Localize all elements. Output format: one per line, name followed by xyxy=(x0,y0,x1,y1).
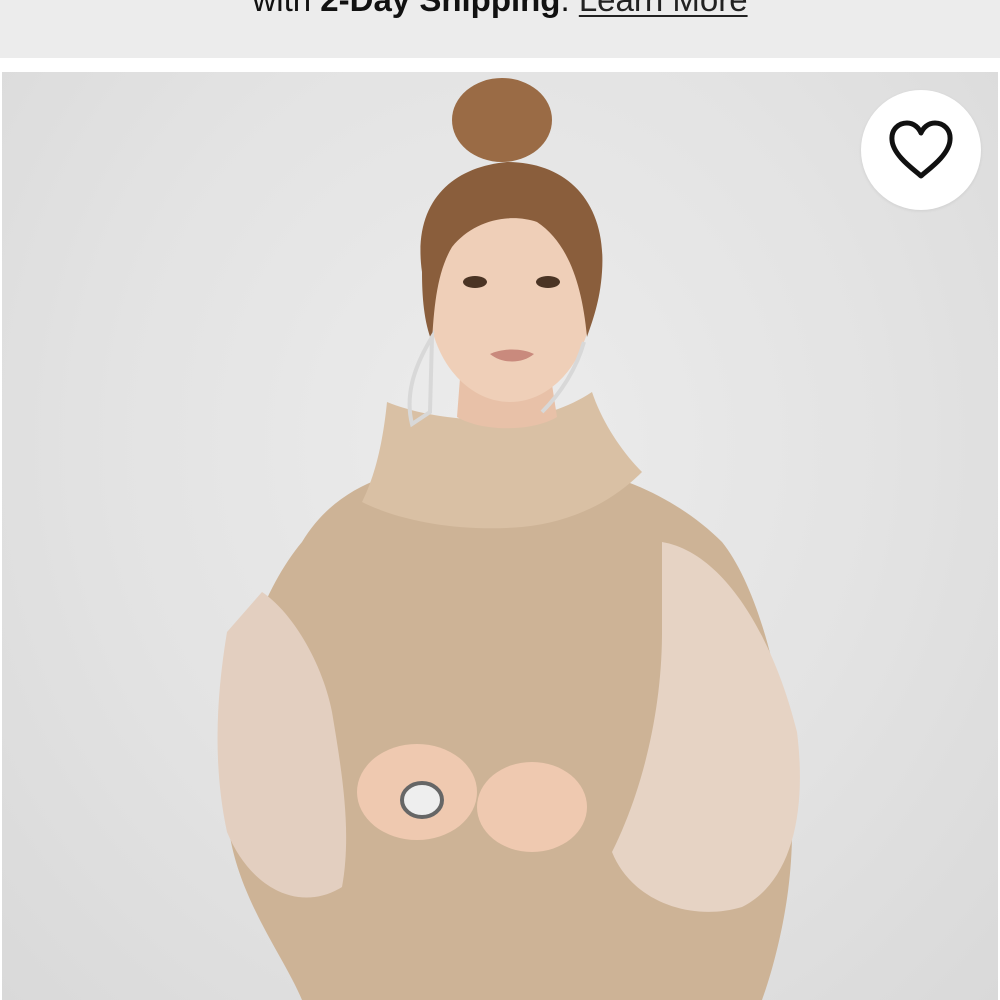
banner-suffix: . xyxy=(560,0,578,18)
hair-bun xyxy=(452,78,552,162)
model-illustration xyxy=(217,78,800,1000)
favorite-button[interactable] xyxy=(861,90,981,210)
left-eye xyxy=(463,276,487,288)
divider xyxy=(0,58,1000,72)
banner-prefix: with xyxy=(252,0,320,18)
product-image[interactable] xyxy=(2,72,998,1000)
right-eye xyxy=(536,276,560,288)
heart-outline-icon xyxy=(889,120,953,179)
shipping-banner-text: with 2-Day Shipping. Learn More xyxy=(0,0,1000,20)
right-hand xyxy=(477,762,587,852)
banner-bold-text: 2-Day Shipping xyxy=(320,0,560,18)
ring xyxy=(400,781,444,819)
learn-more-link[interactable]: Learn More xyxy=(579,0,748,18)
shipping-banner: with 2-Day Shipping. Learn More xyxy=(0,0,1000,58)
